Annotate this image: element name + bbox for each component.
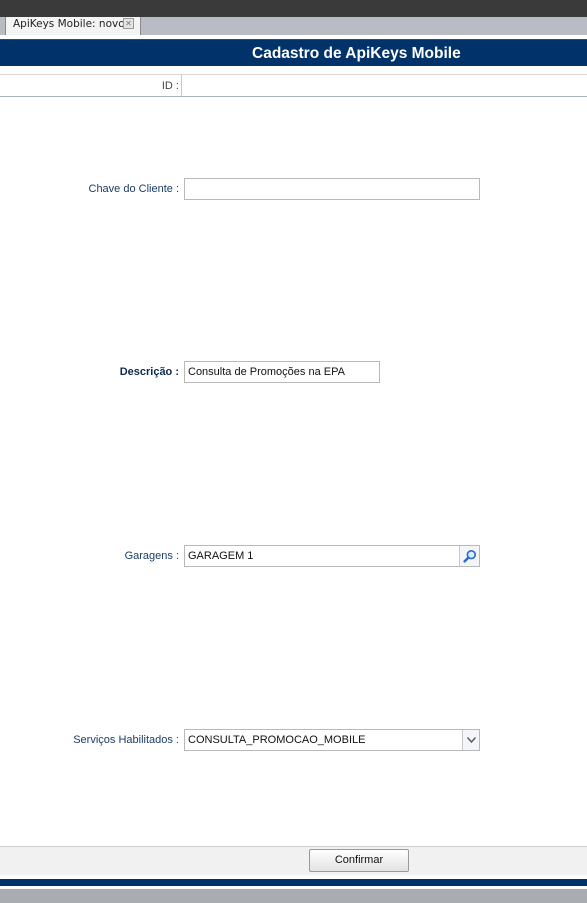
chevron-down-icon[interactable] [462, 730, 479, 750]
window-top-bar [0, 0, 587, 17]
servicos-select[interactable]: CONSULTA_PROMOCAO_MOBILE [184, 729, 480, 751]
servicos-value: CONSULTA_PROMOCAO_MOBILE [188, 734, 366, 746]
garagens-field[interactable]: GARAGEM 1 [184, 545, 480, 567]
id-divider [181, 75, 182, 96]
footer-bottom-bar [0, 889, 587, 903]
page-title: Cadastro de ApiKeys Mobile [252, 45, 461, 62]
chave-cliente-field[interactable] [184, 178, 480, 200]
garagens-label: Garagens : [124, 550, 179, 562]
tab-label: ApiKeys Mobile: novo [13, 18, 125, 30]
chave-cliente-label: Chave do Cliente : [88, 183, 180, 195]
close-icon[interactable]: ✕ [123, 18, 134, 29]
id-row: ID : [0, 74, 587, 97]
search-icon[interactable] [459, 546, 479, 566]
descricao-label: Descrição : [119, 366, 179, 378]
confirm-button[interactable]: Confirmar [309, 849, 409, 872]
footer-stripe [0, 879, 587, 886]
descricao-field[interactable]: Consulta de Promoções na EPA [184, 361, 380, 383]
id-label: ID : [161, 80, 179, 92]
servicos-label: Serviços Habilitados : [73, 734, 179, 746]
footer-toolbar [0, 846, 587, 875]
tab-apikeys-novo[interactable]: ApiKeys Mobile: novo ✕ [5, 17, 141, 35]
page-header: Cadastro de ApiKeys Mobile [0, 39, 587, 66]
garagens-value: GARAGEM 1 [188, 550, 254, 562]
